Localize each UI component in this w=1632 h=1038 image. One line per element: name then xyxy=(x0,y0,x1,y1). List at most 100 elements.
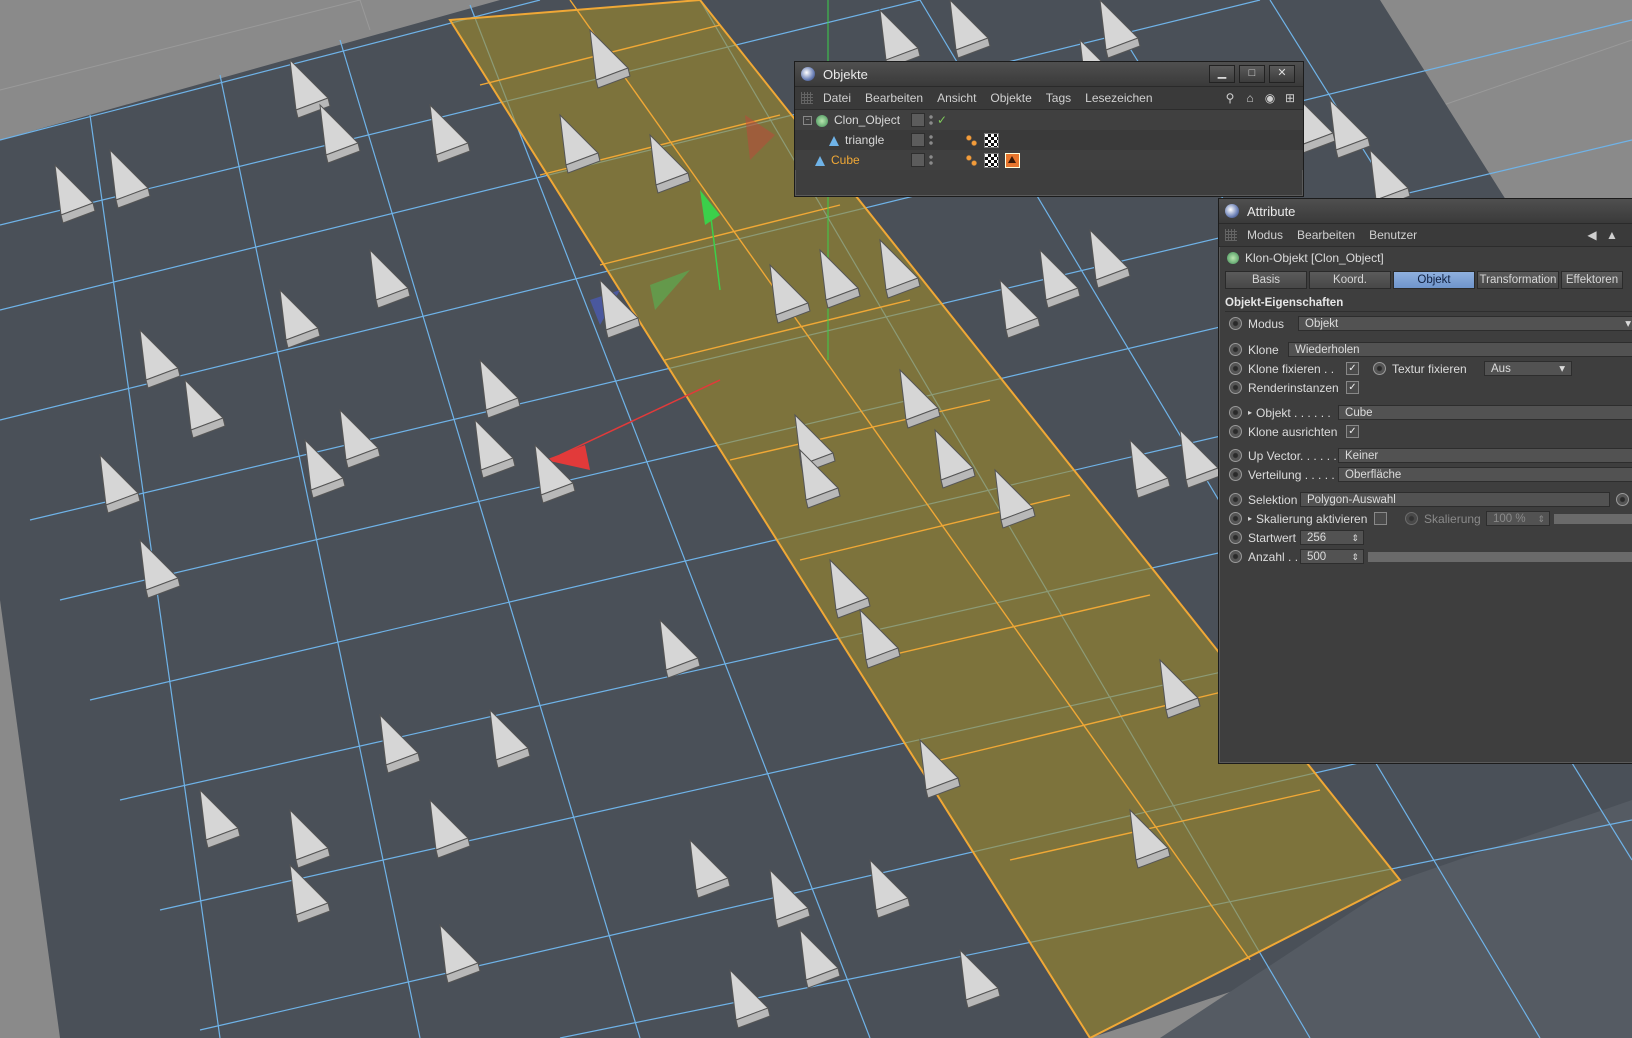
new-window-icon[interactable]: ⊞ xyxy=(1283,91,1297,105)
startwert-field[interactable]: 256 xyxy=(1300,530,1364,545)
material-tag-icon[interactable] xyxy=(984,132,999,148)
object-name[interactable]: triangle xyxy=(845,133,884,147)
up-arrow-icon[interactable]: ▲ xyxy=(1605,228,1619,242)
skalierung-aktivieren-checkbox[interactable] xyxy=(1374,512,1388,525)
verteilung-dropdown[interactable]: Oberfläche xyxy=(1338,467,1632,482)
selektion-field[interactable]: Polygon-Auswahl xyxy=(1300,492,1610,507)
klone-ausrichten-checkbox[interactable]: ✓ xyxy=(1346,425,1359,438)
verteilung-value: Oberfläche xyxy=(1345,469,1402,481)
attribute-menubar: Modus Bearbeiten Benutzer ◀ ▲ xyxy=(1219,224,1632,247)
section-title: Objekt-Eigenschaften xyxy=(1225,295,1632,312)
param-label: Anzahl . . xyxy=(1248,549,1299,564)
animate-radio[interactable] xyxy=(1229,531,1242,544)
skalierung-slider[interactable] xyxy=(1554,513,1632,524)
visibility-dots-icon[interactable] xyxy=(929,134,933,146)
layer-icon[interactable] xyxy=(911,133,925,147)
grip-icon[interactable] xyxy=(1225,229,1237,241)
animate-radio[interactable] xyxy=(1229,343,1242,356)
param-label: Skalierung xyxy=(1424,511,1481,526)
objekte-panel[interactable]: Objekte ▁ □ ✕ Datei Bearbeiten Ansicht O… xyxy=(794,61,1304,197)
anzahl-field[interactable]: 500 xyxy=(1300,549,1364,564)
grip-icon[interactable] xyxy=(801,92,813,104)
objekte-menubar: Datei Bearbeiten Ansicht Objekte Tags Le… xyxy=(795,87,1303,110)
tab-transformation[interactable]: Transformation xyxy=(1477,271,1559,289)
animate-radio[interactable] xyxy=(1229,425,1242,438)
animate-radio[interactable] xyxy=(1405,512,1419,525)
param-klone: Klone Wiederholen xyxy=(1219,340,1632,359)
menu-bearbeiten[interactable]: Bearbeiten xyxy=(1297,228,1355,242)
back-arrow-icon[interactable]: ◀ xyxy=(1585,228,1599,242)
objekt-value: Cube xyxy=(1345,407,1373,419)
param-label: Textur fixieren xyxy=(1392,361,1467,376)
up-vector-dropdown[interactable]: Keiner xyxy=(1338,448,1632,463)
material-tag-icon[interactable] xyxy=(984,152,999,168)
object-header-text: Klon-Objekt [Clon_Object] xyxy=(1245,251,1384,265)
renderinstanzen-checkbox[interactable]: ✓ xyxy=(1346,381,1359,394)
animate-radio[interactable] xyxy=(1229,512,1242,525)
param-skalierung-aktivieren: ▸ Skalierung aktivieren Skalierung 100 % xyxy=(1219,509,1632,528)
visibility-dots-icon[interactable] xyxy=(929,154,933,166)
klone-fixieren-checkbox[interactable]: ✓ xyxy=(1346,362,1359,375)
menu-objekte[interactable]: Objekte xyxy=(990,91,1031,105)
object-row-cube[interactable]: Cube xyxy=(795,150,1303,170)
layer-icon[interactable] xyxy=(911,113,925,127)
tab-koord[interactable]: Koord. xyxy=(1309,271,1391,289)
param-label: Klone ausrichten xyxy=(1248,424,1338,439)
visibility-dots-icon[interactable] xyxy=(929,114,933,126)
layer-icon[interactable] xyxy=(911,153,925,167)
object-name[interactable]: Cube xyxy=(831,153,860,167)
param-klone-fixieren: Klone fixieren . . ✓ Textur fixieren Aus xyxy=(1219,359,1632,378)
pick-radio[interactable] xyxy=(1616,493,1629,506)
tab-objekt[interactable]: Objekt xyxy=(1393,271,1475,289)
skalierung-field[interactable]: 100 % xyxy=(1486,511,1551,526)
animate-radio[interactable] xyxy=(1229,362,1242,375)
attribute-panel[interactable]: Attribute Modus Bearbeiten Benutzer ◀ ▲ … xyxy=(1218,198,1632,764)
tab-basis[interactable]: Basis xyxy=(1225,271,1307,289)
close-button[interactable]: ✕ xyxy=(1269,65,1295,83)
up-vector-value: Keiner xyxy=(1345,450,1379,462)
animate-radio[interactable] xyxy=(1229,381,1242,394)
param-label: Selektion xyxy=(1248,492,1298,507)
collapse-icon[interactable]: − xyxy=(803,116,812,126)
menu-benutzer[interactable]: Benutzer xyxy=(1369,228,1417,242)
objekte-titlebar[interactable]: Objekte ▁ □ ✕ xyxy=(795,62,1303,87)
tab-effektoren[interactable]: Effektoren xyxy=(1561,271,1623,289)
anzahl-slider[interactable] xyxy=(1368,551,1632,562)
expand-arrow-icon[interactable]: ▸ xyxy=(1248,514,1252,523)
minimize-button[interactable]: ▁ xyxy=(1209,65,1235,83)
klone-dropdown[interactable]: Wiederholen xyxy=(1288,342,1632,357)
enabled-check-icon[interactable]: ✓ xyxy=(937,113,947,127)
param-label: Klone fixieren . . xyxy=(1248,361,1335,376)
animate-radio[interactable] xyxy=(1229,317,1242,330)
object-name[interactable]: Clon_Object xyxy=(834,113,900,127)
animate-radio[interactable] xyxy=(1229,493,1242,506)
expand-arrow-icon[interactable]: ▸ xyxy=(1248,408,1252,417)
object-row-clon-object[interactable]: − Clon_Object ✓ xyxy=(795,110,1303,130)
param-label: Modus xyxy=(1248,316,1285,331)
textur-fixieren-dropdown[interactable]: Aus xyxy=(1484,361,1572,376)
attribute-titlebar[interactable]: Attribute xyxy=(1219,199,1632,224)
objekt-link-field[interactable]: Cube xyxy=(1338,405,1632,420)
menu-lesezeichen[interactable]: Lesezeichen xyxy=(1085,91,1152,105)
animate-radio[interactable] xyxy=(1229,550,1242,563)
phong-tag-icon[interactable] xyxy=(965,133,978,147)
animate-radio[interactable] xyxy=(1229,468,1242,481)
menu-tags[interactable]: Tags xyxy=(1046,91,1071,105)
cube-object-icon xyxy=(815,155,825,166)
menu-modus[interactable]: Modus xyxy=(1247,228,1283,242)
animate-radio[interactable] xyxy=(1229,406,1242,419)
animate-radio[interactable] xyxy=(1373,362,1386,375)
menu-bearbeiten[interactable]: Bearbeiten xyxy=(865,91,923,105)
animate-radio[interactable] xyxy=(1229,449,1242,462)
phong-tag-icon[interactable] xyxy=(965,153,978,167)
polygon-selection-tag-icon[interactable] xyxy=(1005,152,1020,168)
menu-ansicht[interactable]: Ansicht xyxy=(937,91,976,105)
maximize-button[interactable]: □ xyxy=(1239,65,1265,83)
modus-dropdown[interactable]: Objekt xyxy=(1298,316,1632,331)
object-row-triangle[interactable]: triangle xyxy=(795,130,1303,150)
menu-datei[interactable]: Datei xyxy=(823,91,851,105)
param-up-vector: Up Vector. . . . . . Keiner xyxy=(1219,446,1632,465)
search-icon[interactable]: ⚲ xyxy=(1223,91,1237,105)
home-icon[interactable]: ⌂ xyxy=(1243,91,1257,105)
eye-icon[interactable]: ◉ xyxy=(1263,91,1277,105)
